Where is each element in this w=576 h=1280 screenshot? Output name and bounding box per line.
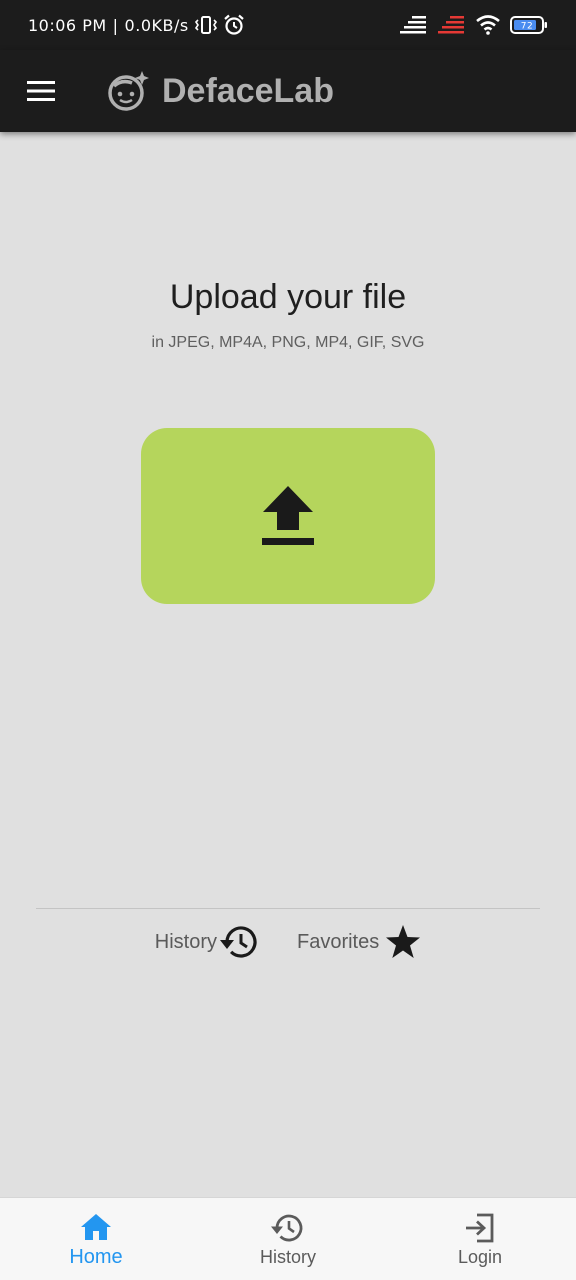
bottom-navigation: Home History Login [0,1197,576,1280]
battery-icon: 72 [510,15,548,35]
home-icon [81,1213,111,1240]
network-speed: 0.0KB/s [124,15,189,35]
hamburger-menu-icon [27,81,55,101]
nav-login-label: Login [457,1246,503,1267]
app-logo: DefaceLab [106,69,334,113]
upload-formats: in JPEG, MP4A, PNG, MP4, GIF, SVG [151,334,425,351]
login-icon [466,1213,494,1242]
face-smile-sparkle-icon [108,71,149,111]
menu-button[interactable] [0,50,82,132]
wifi-icon [476,15,500,35]
status-bar: 10:06 PM | 0.0KB/s 72 [0,0,576,50]
nav-history-label: History [259,1246,316,1267]
history-icon [219,926,257,958]
status-left: 10:06 PM | 0.0KB/s [28,14,245,36]
nav-home[interactable]: Home [0,1198,192,1280]
status-right: 72 [400,15,548,35]
signal-no-sim-icon [438,15,466,35]
app-screen: 10:06 PM | 0.0KB/s 72 DefaceLab Upload y… [0,0,576,1280]
battery-level: 72 [521,22,533,32]
upload-button[interactable] [141,428,435,604]
app-title: DefaceLab [162,71,334,110]
alarm-icon [223,14,245,36]
status-time: 10:06 PM [28,15,107,35]
history-icon [271,1214,303,1241]
app-bar: DefaceLab [0,50,576,132]
divider [36,908,540,909]
history-link[interactable]: History [155,924,259,960]
upload-title: Upload your file [169,278,407,316]
signal-icon [400,15,428,35]
history-link-label: History [154,930,217,953]
nav-home-label: Home [69,1245,123,1268]
nav-login[interactable]: Login [384,1198,576,1280]
status-separator: | [112,15,119,35]
star-icon [386,925,421,958]
favorites-link[interactable]: Favorites [297,924,421,960]
quick-links: History Favorites [0,920,576,964]
favorites-link-label: Favorites [296,930,380,953]
vibrate-icon [194,15,217,35]
upload-icon [262,486,314,545]
nav-history[interactable]: History [192,1198,384,1280]
